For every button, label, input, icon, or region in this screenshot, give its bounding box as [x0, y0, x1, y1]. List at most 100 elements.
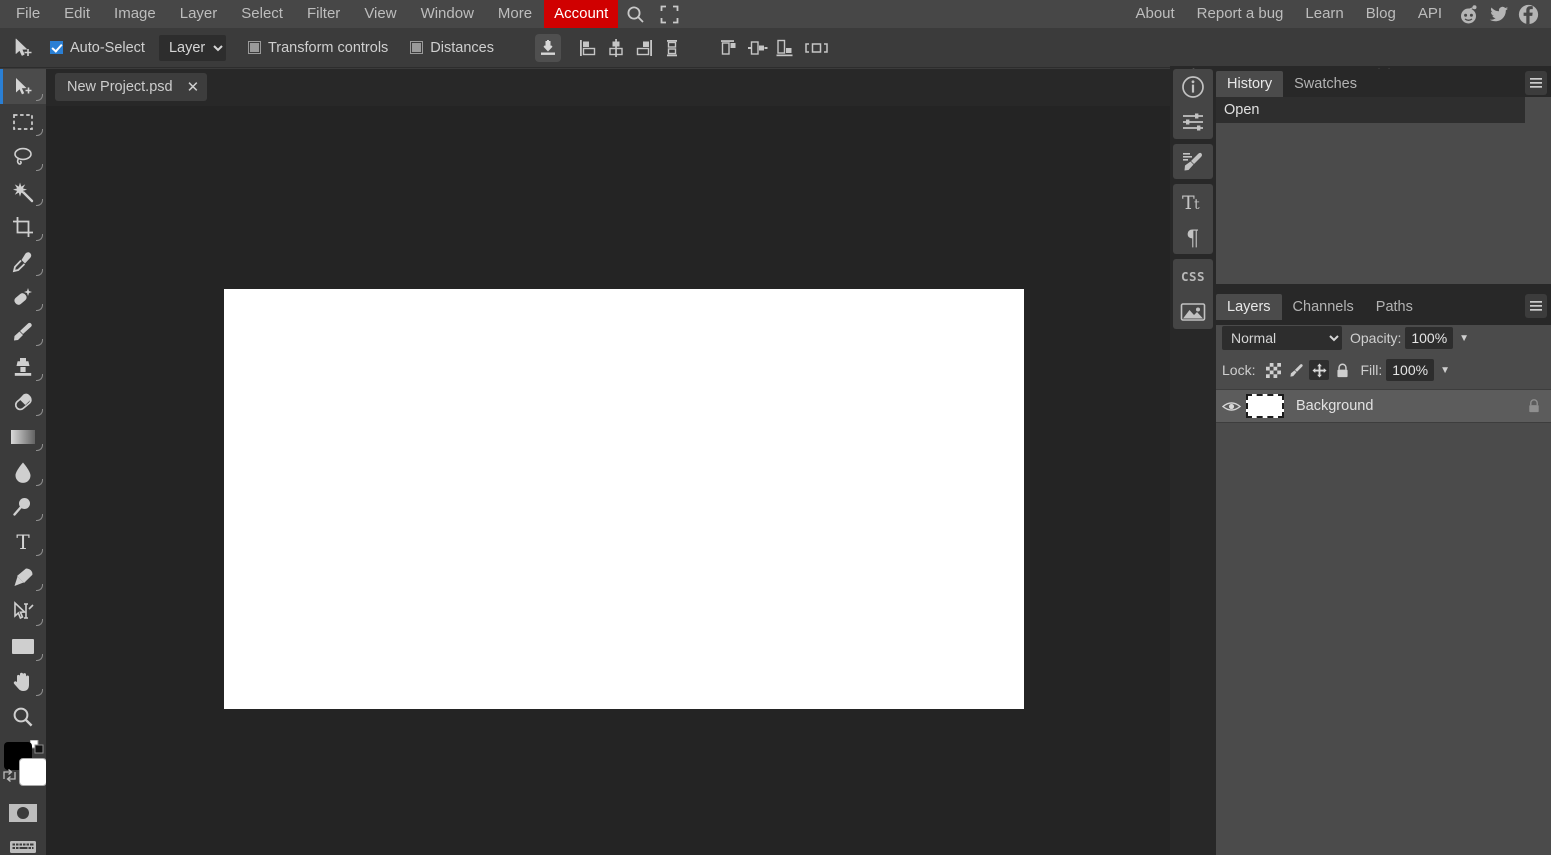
layer-thumbnail[interactable] [1246, 394, 1284, 418]
align-right-icon[interactable] [631, 34, 657, 62]
character-panel-icon[interactable]: T t [1173, 184, 1213, 219]
pen-tool[interactable] [0, 559, 46, 594]
fill-value[interactable]: 100% [1386, 359, 1435, 381]
panel-menu-icon[interactable] [1525, 294, 1547, 318]
rectangular-marquee-tool[interactable] [0, 104, 46, 139]
tab-channels[interactable]: Channels [1282, 294, 1365, 320]
align-bottom-active-icon[interactable] [534, 33, 561, 62]
menu-image[interactable]: Image [102, 0, 168, 28]
dodge-tool[interactable] [0, 489, 46, 524]
info-panel-icon[interactable] [1173, 69, 1213, 104]
twitter-icon[interactable] [1483, 0, 1513, 28]
transform-controls-checkbox-box[interactable] [247, 41, 261, 54]
background-color-swatch[interactable] [19, 758, 47, 786]
panel-menu-icon[interactable] [1525, 71, 1547, 95]
lock-icon [1527, 398, 1541, 414]
distribute-spacing-icon[interactable] [801, 34, 835, 62]
fullscreen-icon[interactable] [652, 0, 686, 28]
brush-tool[interactable] [0, 314, 46, 349]
auto-select-checkbox[interactable]: Auto-Select [50, 40, 145, 56]
history-list[interactable]: Open [1216, 97, 1551, 284]
reddit-icon[interactable] [1453, 0, 1483, 28]
document-tab[interactable]: New Project.psd ✕ [55, 73, 208, 101]
eyedropper-tool[interactable] [0, 244, 46, 279]
gradient-tool[interactable] [0, 419, 46, 454]
crop-tool[interactable] [0, 209, 46, 244]
eye-icon[interactable] [1216, 400, 1246, 413]
menu-file[interactable]: File [4, 0, 52, 28]
distances-checkbox[interactable]: Distances [410, 40, 494, 56]
facebook-icon[interactable] [1513, 0, 1543, 28]
distribute-bottom-icon[interactable] [773, 34, 799, 62]
link-report-a-bug[interactable]: Report a bug [1186, 0, 1295, 28]
link-about[interactable]: About [1124, 0, 1185, 28]
tool-corner-marker [36, 339, 43, 346]
lock-transparency-icon[interactable] [1263, 360, 1283, 380]
eraser-tool[interactable] [0, 384, 46, 419]
fill-caret-icon[interactable]: ▼ [1440, 365, 1450, 376]
css-panel-icon[interactable]: CSS [1173, 259, 1213, 294]
path-selection-tool[interactable] [0, 594, 46, 629]
patch-tool[interactable] [0, 279, 46, 314]
menu-select[interactable]: Select [229, 0, 295, 28]
menu-account[interactable]: Account [544, 0, 619, 28]
align-left-icon[interactable] [575, 34, 601, 62]
lock-position-icon[interactable] [1309, 360, 1330, 380]
close-icon[interactable]: ✕ [187, 80, 200, 95]
menu-window[interactable]: Window [409, 0, 486, 28]
lock-pixels-icon[interactable] [1286, 360, 1306, 380]
shape-tool[interactable] [0, 629, 46, 664]
tab-paths[interactable]: Paths [1365, 294, 1424, 320]
clone-stamp-tool[interactable] [0, 349, 46, 384]
hand-tool[interactable] [0, 664, 46, 699]
search-icon[interactable] [618, 0, 652, 28]
move-tool[interactable] [0, 69, 46, 104]
distribute-horizontal-icon[interactable] [745, 34, 771, 62]
menu-layer[interactable]: Layer [168, 0, 230, 28]
zoom-tool[interactable] [0, 699, 46, 734]
link-api[interactable]: API [1407, 0, 1453, 28]
move-tool-icon[interactable] [6, 31, 40, 65]
tool-corner-marker [36, 409, 43, 416]
opacity-value[interactable]: 100% [1405, 327, 1454, 349]
tab-history[interactable]: History [1216, 71, 1284, 97]
tool-corner-marker [36, 129, 43, 136]
lasso-tool[interactable] [0, 139, 46, 174]
lock-all-icon[interactable] [1332, 360, 1352, 380]
tab-swatches[interactable]: Swatches [1283, 71, 1368, 97]
transform-controls-checkbox[interactable]: Transform controls [247, 40, 388, 56]
align-vertical-center-icon[interactable] [659, 34, 685, 62]
menu-filter[interactable]: Filter [295, 0, 352, 28]
auto-select-checkbox-box[interactable] [50, 41, 63, 54]
history-item[interactable]: Open [1216, 97, 1525, 123]
brush-settings-panel-icon[interactable] [1173, 144, 1213, 179]
svg-text:t: t [1194, 197, 1200, 213]
blur-tool[interactable] [0, 454, 46, 489]
tool-corner-marker [36, 444, 43, 451]
menu-more[interactable]: More [486, 0, 544, 28]
align-horizontal-center-icon[interactable] [603, 34, 629, 62]
auto-select-target-dropdown[interactable]: Layer [158, 34, 226, 61]
tab-layers[interactable]: Layers [1216, 294, 1282, 320]
layer-row-background[interactable]: Background [1216, 389, 1551, 423]
canvas-area[interactable]: New Project.psd ✕ [46, 69, 1170, 855]
magic-wand-tool[interactable] [0, 174, 46, 209]
blend-mode-dropdown[interactable]: Normal [1222, 326, 1342, 350]
image-panel-icon[interactable] [1173, 294, 1213, 329]
paragraph-panel-icon[interactable]: ¶ [1173, 219, 1213, 254]
opacity-caret-icon[interactable]: ▼ [1459, 333, 1469, 344]
link-blog[interactable]: Blog [1355, 0, 1407, 28]
menu-edit[interactable]: Edit [52, 0, 102, 28]
panel-divider[interactable] [1216, 284, 1551, 290]
default-colors-icon[interactable] [30, 740, 44, 754]
menu-view[interactable]: View [352, 0, 408, 28]
distances-checkbox-box[interactable] [410, 41, 424, 54]
adjustments-panel-icon[interactable] [1173, 104, 1213, 139]
type-tool[interactable]: T [0, 524, 46, 559]
keyboard-shortcuts-icon[interactable] [0, 830, 46, 855]
link-learn[interactable]: Learn [1294, 0, 1354, 28]
canvas-document[interactable] [224, 289, 1024, 709]
swap-colors-icon[interactable] [2, 768, 17, 783]
align-top-icon[interactable] [717, 34, 743, 62]
quick-mask-icon[interactable] [0, 796, 46, 830]
